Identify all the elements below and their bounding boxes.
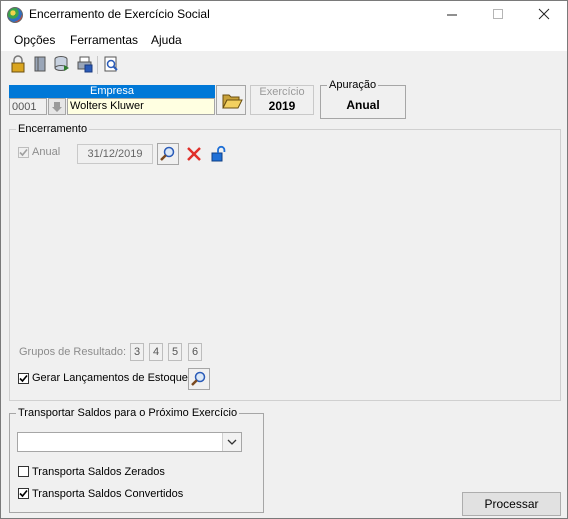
title-bar: Encerramento de Exercício Social <box>1 1 567 29</box>
zerados-label: Transporta Saldos Zerados <box>32 466 165 478</box>
database-icon <box>54 56 69 71</box>
exercicio-label: Exercício <box>259 86 305 98</box>
red-x-icon <box>187 147 201 161</box>
print-icon <box>77 56 93 73</box>
zerados-checkbox[interactable] <box>18 466 29 477</box>
exercicio-value: 2019 <box>268 99 296 113</box>
toolbar-database-button[interactable] <box>53 55 71 73</box>
empresa-code-field[interactable]: 0001 <box>9 98 47 115</box>
chevron-down-icon <box>227 439 237 445</box>
processar-button[interactable]: Processar <box>462 492 561 516</box>
menu-bar: Opções Ferramentas Ajuda <box>1 29 567 51</box>
menu-opcoes[interactable]: Opções <box>14 33 55 47</box>
toolbar-book-button[interactable] <box>31 55 49 73</box>
encerramento-group: Encerramento <box>9 123 561 401</box>
toolbar <box>1 51 567 79</box>
minimize-button[interactable] <box>429 1 475 29</box>
grupo-box[interactable]: 6 <box>188 343 202 361</box>
app-window: Encerramento de Exercício Social Opções … <box>0 0 568 519</box>
magnifier-icon <box>160 146 175 161</box>
encerramento-date-field[interactable]: 31/12/2019 <box>77 144 153 164</box>
grupo-box[interactable]: 5 <box>168 343 182 361</box>
open-folder-button[interactable] <box>216 85 246 115</box>
search-date-button[interactable] <box>157 143 179 165</box>
checkmark-icon <box>19 489 28 498</box>
window-title: Encerramento de Exercício Social <box>29 7 210 21</box>
encerramento-title: Encerramento <box>16 123 90 135</box>
estoque-checkbox[interactable] <box>18 373 29 384</box>
convertidos-checkbox[interactable] <box>18 488 29 499</box>
toolbar-print-button[interactable] <box>76 55 94 73</box>
close-icon <box>538 8 550 20</box>
estoque-label: Gerar Lançamentos de Estoque <box>32 372 188 384</box>
toolbar-separator <box>97 56 98 74</box>
convertidos-label: Transporta Saldos Convertidos <box>32 488 184 500</box>
checkmark-icon <box>19 374 28 383</box>
empresa-label: Empresa <box>9 85 215 98</box>
toolbar-preview-button[interactable] <box>102 55 120 73</box>
apuracao-label: Apuração <box>327 79 379 91</box>
folder-open-icon <box>222 94 243 109</box>
magnifier-icon <box>191 371 206 386</box>
apuracao-value: Anual <box>346 98 380 112</box>
arrow-down-icon <box>52 102 62 112</box>
anual-label: Anual <box>32 146 61 158</box>
book-icon <box>34 56 46 72</box>
toolbar-lock-button[interactable] <box>9 55 27 73</box>
close-button[interactable] <box>521 1 567 29</box>
app-icon <box>7 7 23 23</box>
lock-icon <box>11 55 25 73</box>
anual-checkbox[interactable] <box>18 147 29 158</box>
transportar-select[interactable] <box>17 432 242 452</box>
minimize-icon <box>447 14 457 16</box>
preview-icon <box>104 56 118 72</box>
grupo-box[interactable]: 3 <box>130 343 144 361</box>
empresa-lookup-button[interactable] <box>48 98 66 115</box>
unlock-button[interactable] <box>207 143 229 165</box>
unlock-icon <box>211 145 226 162</box>
grupos-label: Grupos de Resultado: <box>19 346 127 358</box>
menu-ferramentas[interactable]: Ferramentas <box>70 33 138 47</box>
checkmark-icon <box>19 148 28 157</box>
grupo-box[interactable]: 4 <box>149 343 163 361</box>
transportar-title: Transportar Saldos para o Próximo Exercí… <box>16 407 240 419</box>
estoque-search-button[interactable] <box>188 368 210 390</box>
clear-button[interactable] <box>183 143 205 165</box>
select-arrow[interactable] <box>222 433 241 451</box>
maximize-icon <box>493 9 503 19</box>
maximize-button[interactable] <box>475 1 521 29</box>
apuracao-group: Apuração Anual <box>320 79 406 119</box>
empresa-name-field[interactable]: Wolters Kluwer <box>67 98 215 115</box>
exercicio-box: Exercício 2019 <box>250 85 314 115</box>
menu-ajuda[interactable]: Ajuda <box>151 33 182 47</box>
